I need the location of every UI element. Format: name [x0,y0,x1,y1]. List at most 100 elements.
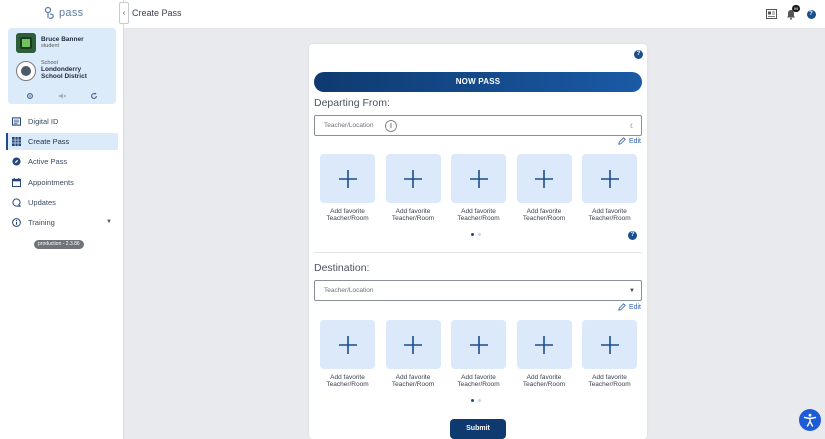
add-favorite-button[interactable]: Add favorite Teacher/Room [451,154,506,222]
edit-label: Edit [628,137,641,145]
departing-edit-link[interactable]: Edit [618,137,641,145]
updates-icon [12,198,21,207]
sidebar-item-training[interactable]: Training ▼ [6,214,118,231]
compass-icon [12,157,21,166]
carousel-dot[interactable] [478,233,481,236]
plus-icon [535,169,553,188]
pass-logo-icon [44,6,54,19]
carousel-dots [471,399,481,402]
top-bar: ‹ Create Pass 99 ? [119,0,825,29]
carousel-dot[interactable] [471,233,474,236]
pencil-icon [618,137,626,145]
help-icon[interactable]: ? [628,231,637,240]
departing-favorites: Add favorite Teacher/Room Add favorite Tea… [320,154,640,222]
add-favorite-button[interactable]: Add favorite Teacher/Room [516,320,572,388]
chevron-down-icon[interactable]: ▼ [106,219,112,225]
add-favorite-button[interactable]: Add favorite Teacher/Room [582,154,637,222]
sidebar-item-digital-id[interactable]: Digital ID [6,113,118,130]
add-favorite-button[interactable]: Add favorite Teacher/Room [320,154,375,222]
carousel-dot[interactable] [478,399,481,402]
add-favorite-button[interactable]: Add favorite Teacher/Room [320,320,375,388]
fav-label-line1: Add favorite [330,208,365,215]
refresh-icon[interactable] [89,91,99,101]
plus-icon [469,169,488,188]
sidebar: pass Bruce Banner student School Londond… [0,0,124,439]
fav-label-line1: Add favorite [395,208,431,215]
accessibility-button[interactable] [799,409,821,431]
destination-label: Destination: [314,262,370,274]
fav-label-line1: Add favorite [330,374,365,381]
sidebar-item-label: Appointments [28,177,74,187]
version-badge: production - 2.3.86 [34,240,84,249]
edit-label: Edit [628,303,641,311]
grid-icon [12,137,21,147]
fav-label-line1: Add favorite [592,208,627,215]
destination-placeholder: Teacher/Location [324,287,374,294]
chevron-down-icon[interactable]: ▼ [629,288,635,294]
plus-icon [338,335,357,354]
notifications-bell-icon[interactable]: 99 [785,5,800,20]
sidebar-item-active-pass[interactable]: Active Pass [6,153,118,170]
id-card-icon [12,117,21,126]
destination-edit-link[interactable]: Edit [618,303,641,311]
sidebar-item-label: Training [28,217,55,227]
help-icon[interactable]: ? [634,50,643,59]
add-favorite-button[interactable]: Add favorite Teacher/Room [385,154,441,222]
add-favorite-button[interactable]: Add favorite Teacher/Room [516,154,572,223]
mute-icon[interactable] [57,91,67,101]
sidebar-item-create-pass[interactable]: Create Pass [6,133,118,151]
sidebar-nav: Digital ID Create Pass Active Pass Appoi… [6,113,118,234]
carousel-dots [471,233,481,236]
add-favorite-button[interactable]: Add favorite Teacher/Room [451,320,506,388]
collapse-sidebar-button[interactable]: ‹ [119,2,129,24]
carousel-dot[interactable] [471,399,474,402]
school-logo [16,61,36,81]
sidebar-item-label: Active Pass [28,157,68,167]
profile-card: Bruce Banner student School Londonderry … [8,28,116,104]
fav-label-line1: Add favorite [526,208,562,215]
departing-placeholder: Teacher/Location [324,122,374,129]
sidebar-item-label: Create Pass [28,137,70,147]
fav-label-line2: Teacher/Room [326,215,369,223]
section-divider [314,252,642,253]
sidebar-item-appointments[interactable]: Appointments [6,174,118,191]
fav-label-line1: Add favorite [395,374,431,381]
destination-favorites: Add favorite Teacher/Room Add favorite Tea… [320,320,640,388]
plus-icon [338,169,357,188]
add-favorite-button[interactable]: Add favorite Teacher/Room [582,320,637,388]
school-name-line2: School District [41,72,87,80]
fav-label-line2: Teacher/Room [588,381,631,389]
accessibility-icon [803,413,817,427]
plus-icon [535,335,553,354]
pencil-icon [618,303,626,311]
fav-label-line2: Teacher/Room [391,381,435,389]
page-title: Create Pass [132,8,182,18]
destination-select[interactable]: Teacher/Location ▼ [314,280,642,301]
departing-select[interactable]: Teacher/Location I ☾ [314,115,642,136]
plus-icon [600,169,619,188]
plus-icon [600,335,619,354]
submit-button[interactable]: Submit [450,419,506,439]
fav-label-line2: Teacher/Room [588,215,631,223]
logo-text: pass [59,7,84,19]
fav-label-line1: Add favorite [592,374,627,381]
sidebar-item-updates[interactable]: Updates [6,194,118,211]
plus-icon [404,335,422,354]
fav-label-line2: Teacher/Room [457,381,500,389]
add-favorite-button[interactable]: Add favorite Teacher/Room [385,320,441,389]
fav-label-line2: Teacher/Room [522,215,566,223]
calendar-icon [12,177,21,187]
app-logo[interactable]: pass [44,6,83,20]
fav-label-line2: Teacher/Room [326,381,369,389]
now-pass-toggle[interactable]: NOW PASS [314,72,642,92]
settings-icon[interactable] [25,91,35,101]
chevron-down-icon[interactable]: ☾ [630,123,635,130]
fav-label-line1: Add favorite [461,374,496,381]
text-cursor-icon: I [385,120,397,132]
help-icon[interactable]: ? [805,8,817,20]
avatar[interactable] [16,33,36,53]
newspaper-icon[interactable] [765,8,777,20]
sidebar-item-label: Updates [28,197,56,207]
create-pass-card: ? NOW PASS Departing From: Teacher/Locat… [309,44,647,439]
info-icon [12,218,21,227]
